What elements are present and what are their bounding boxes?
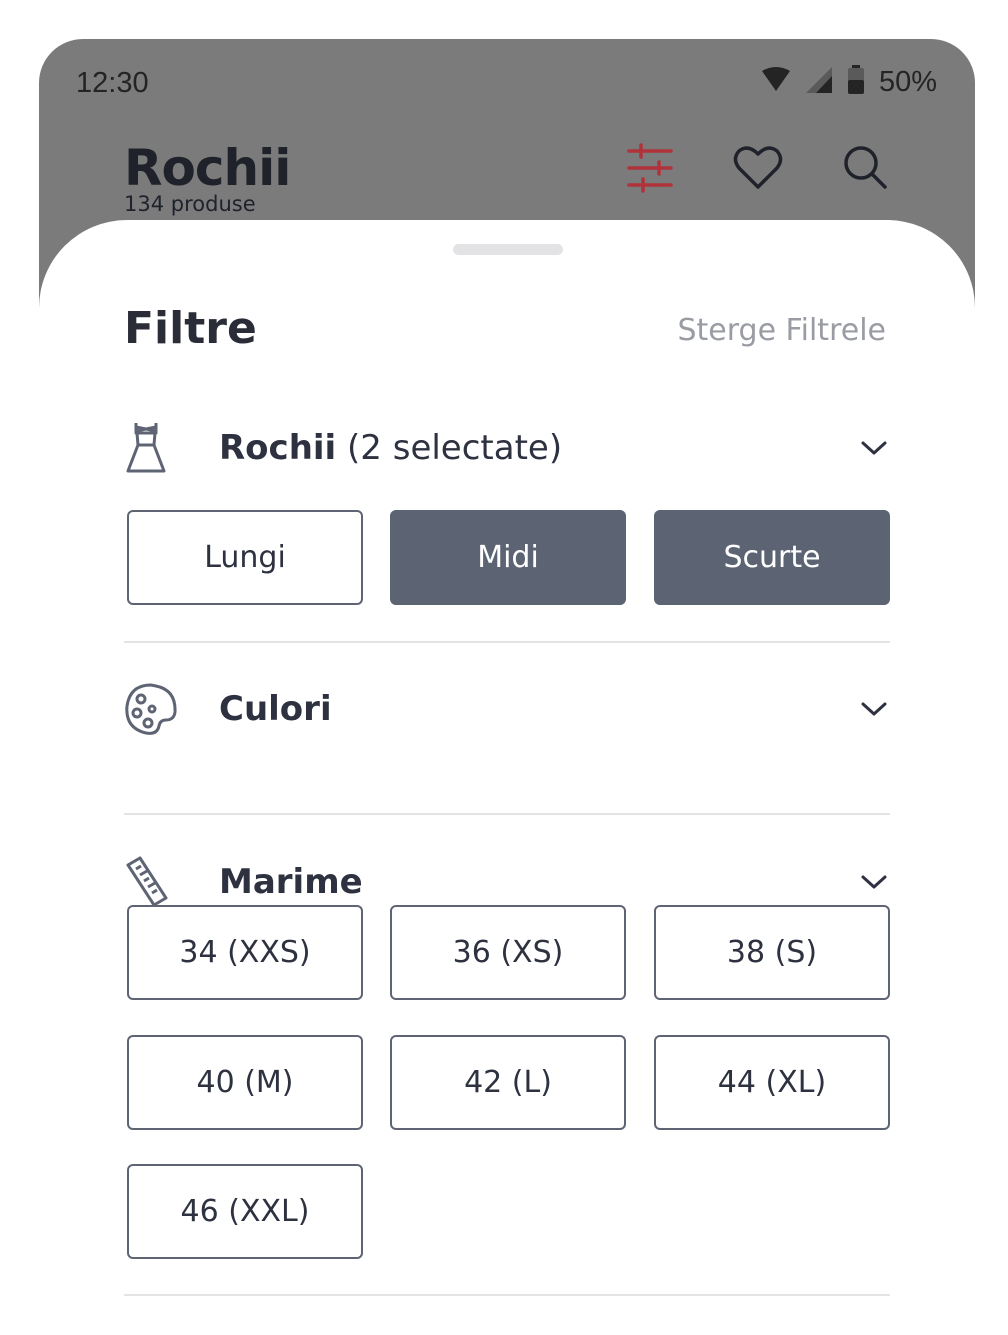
sheet-grab-handle[interactable]: [453, 244, 563, 255]
wifi-icon: [761, 67, 791, 98]
section-header-culori[interactable]: Culori: [124, 674, 890, 744]
chip-size-40[interactable]: 40 (M): [127, 1035, 363, 1130]
palette-icon: [124, 681, 180, 737]
chip-size-38[interactable]: 38 (S): [654, 905, 890, 1000]
battery-icon: [847, 65, 865, 100]
section-header-rochii[interactable]: Rochii (2 selectate): [124, 413, 890, 483]
chevron-down-icon: [861, 441, 887, 455]
chip-size-42[interactable]: 42 (L): [390, 1035, 626, 1130]
ruler-icon: [124, 854, 180, 910]
chip-scurte[interactable]: Scurte: [654, 510, 890, 605]
product-count: 134 produse: [124, 192, 256, 216]
section-label-marime: Marime: [219, 862, 363, 902]
section-title: Rochii: [219, 428, 337, 468]
chip-size-44[interactable]: 44 (XL): [654, 1035, 890, 1130]
search-icon[interactable]: [837, 139, 895, 197]
section-label-culori: Culori: [219, 689, 332, 729]
filter-sliders-icon[interactable]: [621, 139, 679, 197]
divider: [124, 1294, 890, 1296]
chip-midi[interactable]: Midi: [390, 510, 626, 605]
status-bar: 12:30 50%: [39, 39, 975, 129]
page-title: Rochii: [124, 139, 291, 197]
chevron-down-icon: [861, 702, 887, 716]
section-label-rochii: Rochii (2 selectate): [219, 428, 562, 468]
status-icons: 50%: [761, 65, 937, 100]
chip-lungi[interactable]: Lungi: [127, 510, 363, 605]
clear-filters-button[interactable]: Sterge Filtrele: [677, 313, 886, 348]
signal-icon: [805, 66, 833, 99]
filters-bottom-sheet: Filtre Sterge Filtrele Rochii (2 selecta…: [39, 220, 975, 1335]
chevron-down-icon: [861, 875, 887, 889]
chip-size-34[interactable]: 34 (XXS): [127, 905, 363, 1000]
battery-percent: 50%: [878, 66, 937, 98]
phone-screen: 12:30 50% Rochii 134 produse Filtre Ster…: [39, 39, 975, 1335]
chip-size-46[interactable]: 46 (XXL): [127, 1164, 363, 1259]
chip-size-36[interactable]: 36 (XS): [390, 905, 626, 1000]
sheet-title: Filtre: [124, 303, 257, 354]
divider: [124, 813, 890, 815]
divider: [124, 641, 890, 643]
selection-count: (2 selectate): [336, 428, 563, 468]
dress-icon: [124, 420, 180, 476]
app-bar-actions: [621, 139, 895, 197]
status-time: 12:30: [76, 67, 149, 99]
heart-icon[interactable]: [729, 139, 787, 197]
section-title: Culori: [219, 689, 332, 729]
section-title: Marime: [219, 862, 363, 902]
